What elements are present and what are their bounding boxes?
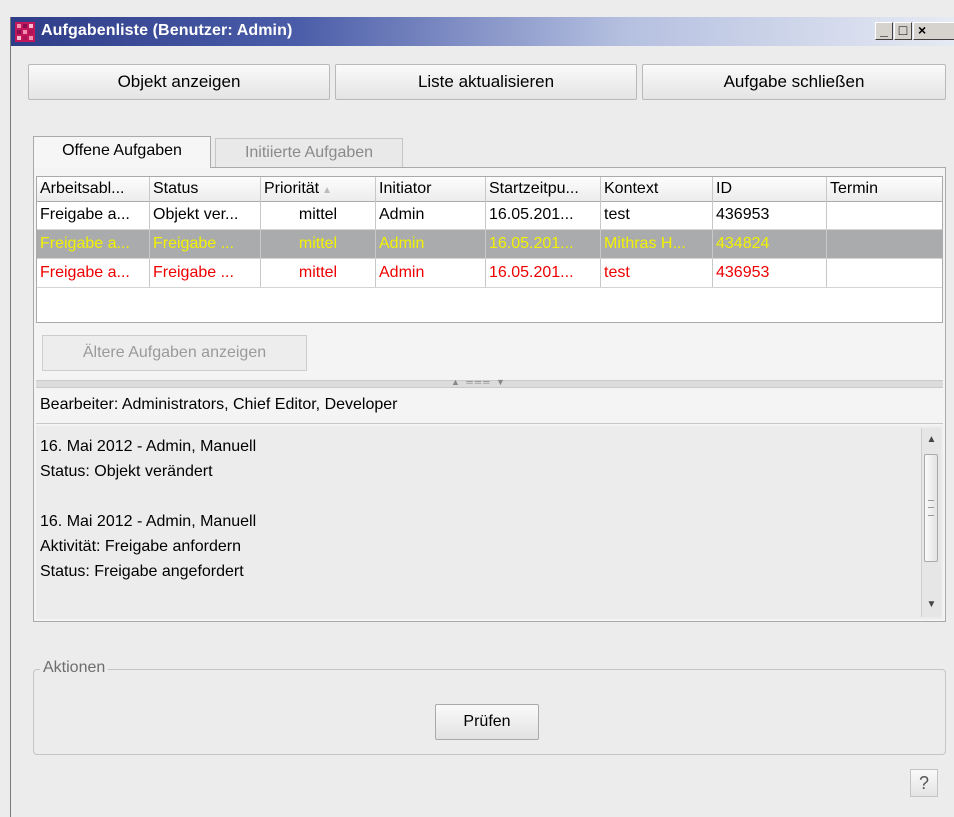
tab-open-tasks[interactable]: Offene Aufgaben bbox=[33, 136, 211, 168]
cell-priority: mittel bbox=[261, 230, 376, 258]
close-task-button[interactable]: Aufgabe schließen bbox=[642, 64, 946, 100]
table-row[interactable]: Freigabe a... Freigabe ... mittel Admin 16.0… bbox=[37, 230, 942, 259]
cell-start: 16.05.201... bbox=[486, 259, 601, 287]
history-line: Aktivität: Freigabe anfordern bbox=[40, 538, 241, 555]
split-pane-divider[interactable]: ▲ ═══ ▼ bbox=[36, 377, 943, 388]
cell-initiator: Admin bbox=[376, 259, 486, 287]
sort-ascending-icon: ▲ bbox=[322, 185, 333, 196]
divider bbox=[36, 423, 943, 424]
cell-context: Mithras H... bbox=[601, 230, 713, 258]
cell-initiator: Admin bbox=[376, 201, 486, 229]
cell-id: 434824 bbox=[713, 230, 827, 258]
editors-label: Bearbeiter: Administrators, Chief Editor… bbox=[40, 396, 398, 413]
cell-context: test bbox=[601, 259, 713, 287]
column-header-priority-label: Priorität bbox=[264, 180, 320, 197]
table-row[interactable]: Freigabe a... Objekt ver... mittel Admin 16.… bbox=[37, 201, 942, 230]
scroll-down-icon[interactable]: ▼ bbox=[922, 593, 941, 617]
history-line bbox=[40, 484, 256, 509]
column-header-start[interactable]: Startzeitpu... bbox=[486, 177, 601, 201]
show-older-tasks-button[interactable]: Ältere Aufgaben anzeigen bbox=[42, 335, 307, 371]
cell-start: 16.05.201... bbox=[486, 201, 601, 229]
cell-status: Freigabe ... bbox=[150, 259, 261, 287]
vertical-scrollbar[interactable]: ▲ ▼ bbox=[921, 428, 941, 617]
help-button[interactable]: ? bbox=[910, 769, 938, 797]
check-button[interactable]: Prüfen bbox=[435, 704, 539, 740]
cell-deadline bbox=[827, 259, 942, 287]
history-line: Status: Freigabe angefordert bbox=[40, 563, 244, 580]
tab-initiated-tasks[interactable]: Initiierte Aufgaben bbox=[215, 138, 403, 168]
cell-initiator: Admin bbox=[376, 230, 486, 258]
cell-deadline bbox=[827, 201, 942, 229]
cell-priority: mittel bbox=[261, 201, 376, 229]
column-header-initiator[interactable]: Initiator bbox=[376, 177, 486, 201]
history-line: Status: Objekt verändert bbox=[40, 463, 213, 480]
cell-status: Freigabe ... bbox=[150, 230, 261, 258]
maximize-button[interactable]: □ bbox=[894, 22, 912, 40]
window-title: Aufgabenliste (Benutzer: Admin) bbox=[41, 22, 293, 39]
column-header-deadline[interactable]: Termin bbox=[827, 177, 942, 201]
app-icon bbox=[15, 22, 35, 42]
column-header-priority[interactable]: Priorität ▲ bbox=[261, 177, 376, 201]
history-text: 16. Mai 2012 - Admin, Manuell Status: Obj… bbox=[40, 434, 256, 584]
table-header: Arbeitsabl... Status Priorität ▲ Initiato… bbox=[37, 177, 942, 202]
cell-id: 436953 bbox=[713, 201, 827, 229]
cell-workflow: Freigabe a... bbox=[37, 201, 150, 229]
history-line: 16. Mai 2012 - Admin, Manuell bbox=[40, 513, 257, 530]
minimize-button[interactable]: _ bbox=[875, 22, 893, 40]
close-window-button[interactable]: × bbox=[913, 22, 954, 40]
column-header-id[interactable]: ID bbox=[713, 177, 827, 201]
task-table: Arbeitsabl... Status Priorität ▲ Initiato… bbox=[36, 176, 943, 323]
table-row[interactable]: Freigabe a... Freigabe ... mittel Admin 16.0… bbox=[37, 259, 942, 288]
cell-context: test bbox=[601, 201, 713, 229]
cell-deadline bbox=[827, 230, 942, 258]
cell-workflow: Freigabe a... bbox=[37, 259, 150, 287]
column-header-context[interactable]: Kontext bbox=[601, 177, 713, 201]
title-bar[interactable]: Aufgabenliste (Benutzer: Admin) _ □ × bbox=[11, 17, 954, 46]
actions-legend: Aktionen bbox=[40, 659, 109, 677]
scroll-thumb[interactable] bbox=[924, 454, 938, 562]
tab-panel: Arbeitsabl... Status Priorität ▲ Initiato… bbox=[33, 167, 946, 622]
column-header-workflow[interactable]: Arbeitsabl... bbox=[37, 177, 150, 201]
cell-priority: mittel bbox=[261, 259, 376, 287]
cell-start: 16.05.201... bbox=[486, 230, 601, 258]
cell-status: Objekt ver... bbox=[150, 201, 261, 229]
history-line: 16. Mai 2012 - Admin, Manuell bbox=[40, 438, 257, 455]
cell-id: 436953 bbox=[713, 259, 827, 287]
scroll-grip-icon bbox=[928, 500, 934, 516]
splitter-grip-icon: ▲ ═══ ▼ bbox=[451, 377, 507, 387]
refresh-list-button[interactable]: Liste aktualisieren bbox=[335, 64, 637, 100]
column-header-status[interactable]: Status bbox=[150, 177, 261, 201]
scroll-up-icon[interactable]: ▲ bbox=[922, 428, 941, 452]
history-text-area[interactable]: 16. Mai 2012 - Admin, Manuell Status: Obj… bbox=[36, 426, 943, 619]
task-list-window: Aufgabenliste (Benutzer: Admin) _ □ × Ob… bbox=[10, 17, 954, 817]
show-object-button[interactable]: Objekt anzeigen bbox=[28, 64, 330, 100]
cell-workflow: Freigabe a... bbox=[37, 230, 150, 258]
